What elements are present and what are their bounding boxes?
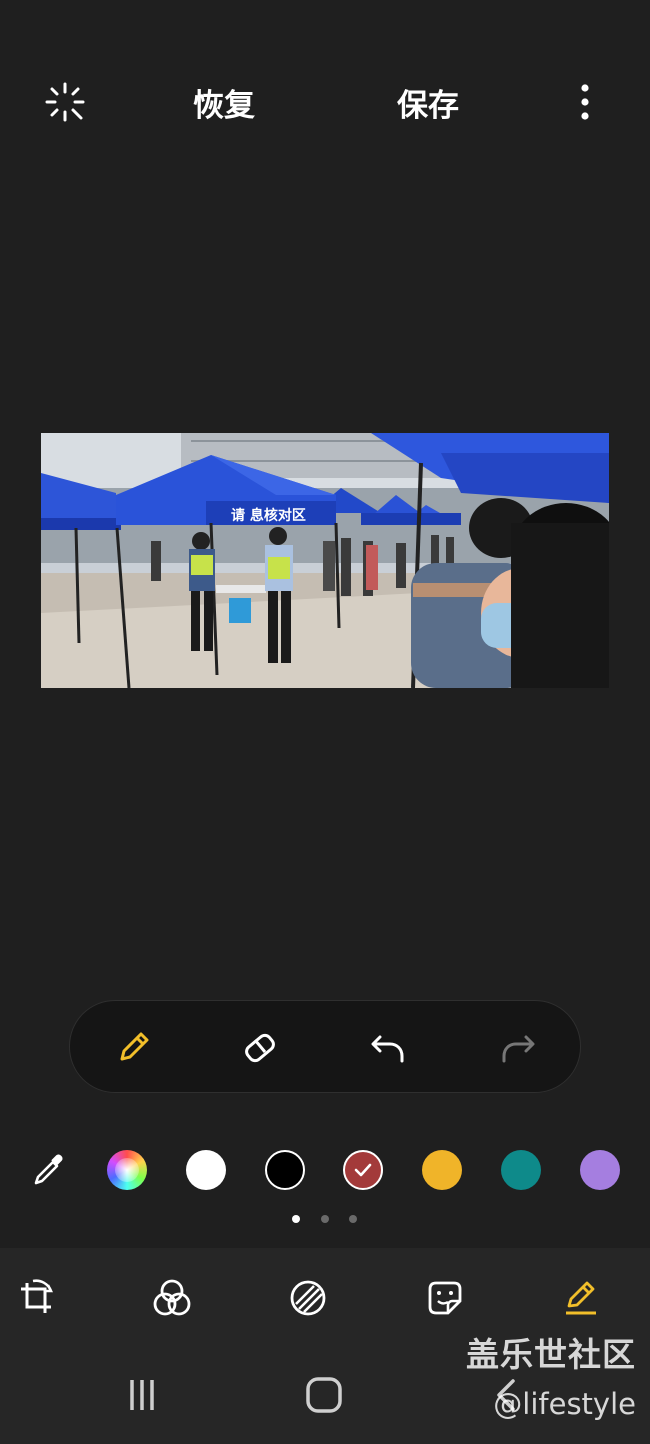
- home-button[interactable]: [294, 1372, 354, 1418]
- undo-icon: [371, 1035, 404, 1063]
- tone-icon: [290, 1280, 326, 1316]
- palette-page-indicator: [0, 1215, 650, 1225]
- undo-button[interactable]: [364, 1023, 412, 1071]
- checkmark-icon: [354, 1163, 372, 1177]
- page-dot-active: [292, 1215, 300, 1223]
- page-dot: [321, 1215, 329, 1223]
- home-icon: [306, 1377, 342, 1413]
- swatch-purple[interactable]: [580, 1150, 620, 1190]
- eraser-icon: [245, 1033, 275, 1063]
- transform-icon: [21, 1279, 54, 1313]
- tone-button[interactable]: [284, 1274, 332, 1322]
- watermark: 盖乐世社区 @lifestyle: [466, 1334, 636, 1422]
- redo-button[interactable]: [494, 1023, 542, 1071]
- redo-icon: [502, 1035, 535, 1063]
- photo-editor-screen: 恢复 保存 请 息核对区 盖乐世社区 @lifestyle: [0, 0, 650, 1444]
- eraser-tool-button[interactable]: [236, 1023, 284, 1071]
- eyedropper-button[interactable]: [29, 1150, 69, 1190]
- drawing-tools-bar: [69, 1000, 581, 1093]
- more-options-button[interactable]: [560, 60, 610, 144]
- recent-apps-button[interactable]: [112, 1372, 172, 1418]
- save-button[interactable]: 保存: [372, 60, 484, 144]
- draw-button-active[interactable]: [557, 1274, 605, 1322]
- stickers-button[interactable]: [421, 1274, 469, 1322]
- pen-tool-button[interactable]: [110, 1023, 158, 1071]
- recent-apps-icon: [130, 1380, 154, 1410]
- stickers-icon: [428, 1281, 462, 1315]
- pencil-icon: [120, 1032, 149, 1061]
- auto-enhance-button[interactable]: [30, 60, 100, 144]
- filters-icon: [153, 1279, 191, 1316]
- color-picker-wheel[interactable]: [107, 1150, 147, 1190]
- color-palette: [0, 1148, 650, 1192]
- more-options-icon: [581, 84, 589, 120]
- edited-photo[interactable]: 请 息核对区: [41, 433, 609, 688]
- watermark-line1: 盖乐世社区: [466, 1335, 636, 1374]
- watermark-line2: @lifestyle: [493, 1387, 636, 1421]
- filters-button[interactable]: [148, 1274, 196, 1322]
- top-bar: 恢复 保存: [0, 60, 650, 144]
- revert-button[interactable]: 恢复: [168, 60, 280, 144]
- swatch-black[interactable]: [265, 1150, 305, 1190]
- swatch-yellow[interactable]: [422, 1150, 462, 1190]
- swatch-white[interactable]: [186, 1150, 226, 1190]
- page-dot: [349, 1215, 357, 1223]
- transform-button[interactable]: [12, 1274, 60, 1322]
- auto-enhance-icon: [45, 82, 85, 122]
- draw-icon: [566, 1281, 596, 1315]
- eyedropper-icon: [34, 1154, 63, 1185]
- tent-banner-text: 请 息核对区: [231, 507, 306, 524]
- swatch-red-selected[interactable]: [343, 1150, 383, 1190]
- swatch-teal[interactable]: [501, 1150, 541, 1190]
